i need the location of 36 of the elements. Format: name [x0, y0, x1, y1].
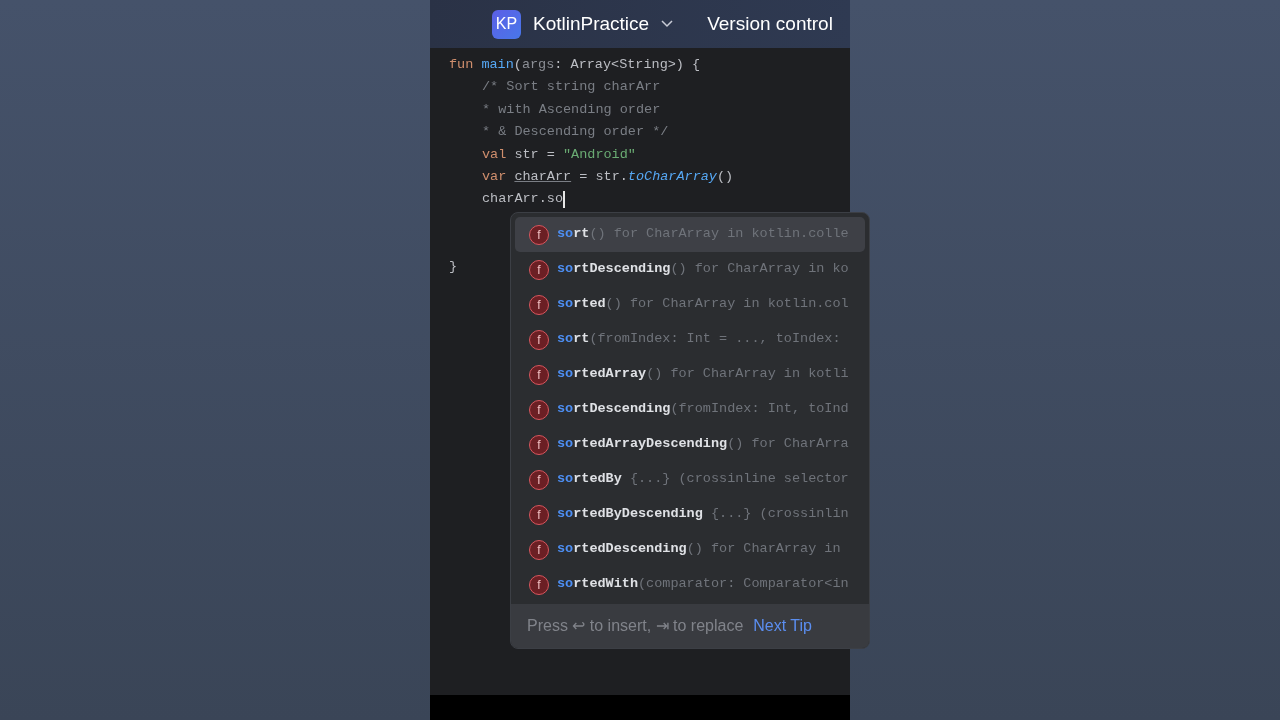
code-line: * & Descending order */ [482, 123, 669, 142]
function-icon: f [529, 434, 549, 455]
completion-text: sortDescending() for CharArray in ko [557, 260, 849, 279]
function-icon: f [529, 574, 549, 595]
function-icon: f [529, 504, 549, 525]
function-icon: f [529, 539, 549, 560]
text-cursor [563, 191, 565, 209]
completion-text: sortedArray() for CharArray in kotli [557, 365, 849, 384]
function-icon: f [529, 294, 549, 315]
code-line: charArr.so [482, 190, 563, 209]
completion-text: sort(fromIndex: Int = ..., toIndex: [557, 330, 841, 349]
project-badge: KP [492, 9, 521, 39]
function-icon: f [529, 224, 549, 245]
completion-text: sortedArrayDescending() for CharArra [557, 435, 849, 454]
code-line: /* Sort string charArr [482, 78, 661, 97]
code-line: var charArr = str.toCharArray() [482, 167, 734, 186]
completion-hint: Press ↩ to insert, ⇥ to replace [527, 616, 744, 636]
project-selector[interactable]: KotlinPractice [533, 9, 650, 39]
completion-text: sortedByDescending {...} (crossinlin [557, 505, 849, 524]
completion-text: sortDescending(fromIndex: Int, toInd [557, 400, 849, 419]
chevron-down-icon [661, 20, 674, 28]
completion-text: sortedDescending() for CharArray in [557, 540, 841, 559]
code-line: } [449, 258, 458, 274]
function-icon: f [529, 364, 549, 385]
function-icon: f [529, 329, 549, 350]
function-icon: f [529, 469, 549, 490]
function-icon: f [529, 399, 549, 420]
next-tip-link[interactable]: Next Tip [753, 614, 812, 638]
function-icon: f [529, 259, 549, 280]
completion-text: sortedWith(comparator: Comparator<in [557, 575, 849, 594]
completion-text: sorted() for CharArray in kotlin.col [557, 295, 849, 314]
version-control-menu[interactable]: Version control [707, 9, 833, 39]
code-line: * with Ascending order [482, 100, 661, 119]
code-line: fun main(args: Array<String>) { [449, 56, 701, 74]
code-line: val str = "Android" [482, 145, 636, 164]
completion-text: sortedBy {...} (crossinline selector [557, 470, 849, 489]
